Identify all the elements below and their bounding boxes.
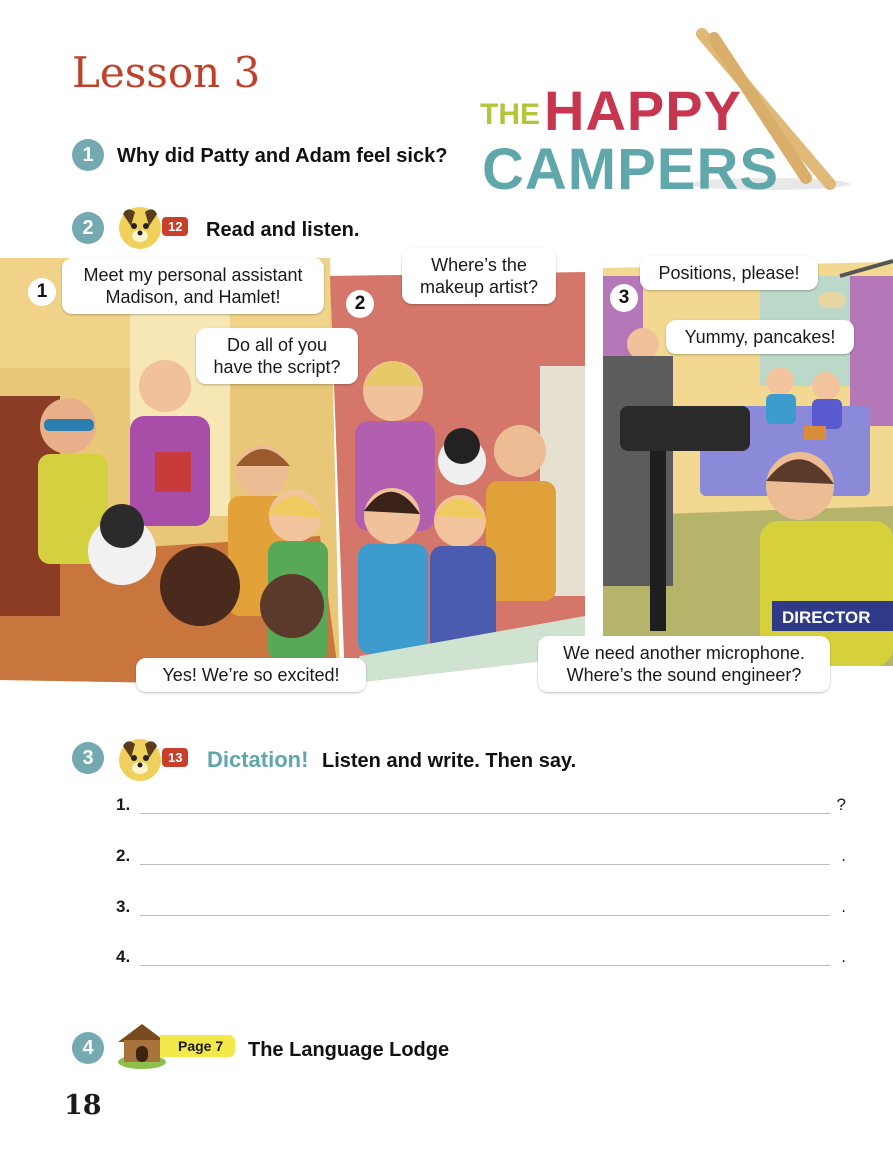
track-number-12: 12: [162, 217, 189, 236]
panel-1-number: 1: [28, 278, 56, 306]
line-end-punctuation: .: [841, 897, 846, 916]
speech-bubble-script: Do all of you have the script?: [196, 328, 358, 384]
panel-2-number: 2: [346, 290, 374, 318]
dictation-line-1[interactable]: 1. ?: [116, 793, 846, 821]
activity-3-number: 3: [72, 742, 104, 774]
write-line[interactable]: [140, 813, 830, 814]
write-line[interactable]: [140, 965, 830, 966]
dictation-label: Dictation!: [207, 747, 309, 772]
speech-bubble-pancakes: Yummy, pancakes!: [666, 320, 854, 354]
page-number: 18: [64, 1090, 102, 1121]
activity-3-instruction: Listen and write. Then say.: [322, 750, 577, 772]
activity-2-number: 2: [72, 212, 104, 244]
dog-audio-icon[interactable]: [117, 204, 163, 250]
panel-3-number: 3: [610, 284, 638, 312]
speech-bubble-makeup-artist: Where’s the makeup artist?: [402, 248, 556, 304]
dog-audio-icon[interactable]: [117, 736, 163, 782]
line-end-punctuation: .: [841, 846, 846, 865]
comic-panel-1-illustration: [0, 258, 340, 686]
line-end-punctuation: .: [841, 947, 846, 966]
line-number: 3.: [116, 897, 131, 916]
dictation-line-3[interactable]: 3. .: [116, 895, 846, 923]
activity-1-question: Why did Patty and Adam feel sick?: [117, 145, 448, 167]
speech-bubble-microphone: We need another microphone. Where’s the …: [538, 636, 830, 692]
speech-bubble-excited: Yes! We’re so excited!: [136, 658, 366, 692]
line-number: 1.: [116, 795, 131, 814]
logo-the: THE: [480, 98, 540, 131]
happy-campers-logo: THE HAPPY CAMPERS: [470, 28, 860, 218]
lesson-title: Lesson 3: [72, 48, 261, 97]
comic-panel-2-illustration: [330, 272, 585, 684]
line-end-punctuation: ?: [836, 795, 846, 814]
write-line[interactable]: [140, 864, 830, 865]
page-reference-tag: Page 7: [160, 1035, 236, 1057]
track-number-13: 13: [162, 748, 189, 767]
speech-bubble-meet-assistant: Meet my personal assistant Madison, and …: [62, 258, 324, 314]
dictation-line-2[interactable]: 2. .: [116, 844, 846, 872]
write-line[interactable]: [140, 915, 830, 916]
comic-strip: DIRECTOR 1 2 3 Meet my personal assistan…: [0, 248, 893, 696]
logo-happy: HAPPY: [544, 79, 742, 142]
director-sign-text: DIRECTOR: [782, 608, 870, 627]
dictation-line-4[interactable]: 4. .: [116, 945, 846, 973]
line-number: 2.: [116, 846, 131, 865]
activity-4-number: 4: [72, 1032, 104, 1064]
line-number: 4.: [116, 947, 131, 966]
speech-bubble-positions: Positions, please!: [640, 256, 818, 290]
activity-2-instruction: Read and listen.: [206, 219, 360, 241]
logo-campers: CAMPERS: [482, 137, 780, 202]
activity-1-number: 1: [72, 139, 104, 171]
activity-4-text: The Language Lodge: [248, 1039, 450, 1061]
